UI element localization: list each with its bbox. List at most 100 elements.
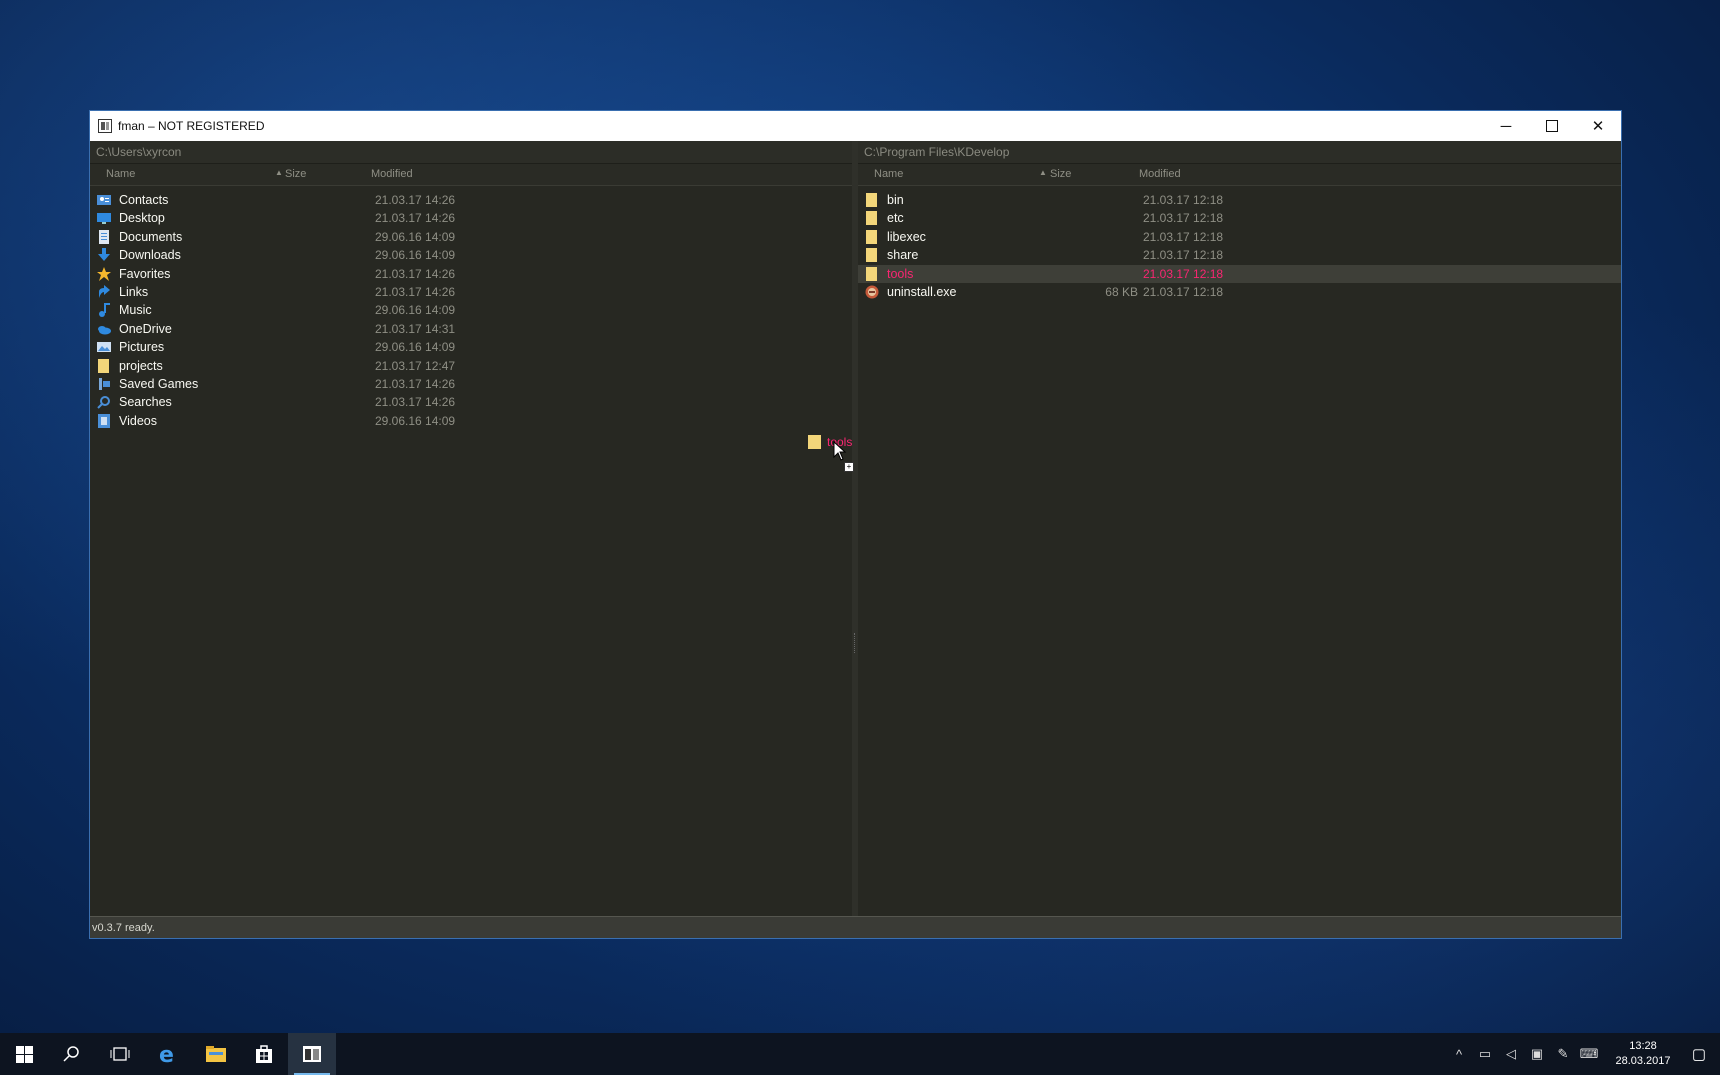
start-button[interactable] bbox=[0, 1033, 48, 1075]
left-col-size[interactable]: Size bbox=[285, 168, 306, 180]
store-button[interactable] bbox=[240, 1033, 288, 1075]
file-name: share bbox=[887, 248, 919, 263]
left-row[interactable]: Pictures 29.06.16 14:09 bbox=[90, 338, 852, 356]
left-row[interactable]: OneDrive 21.03.17 14:31 bbox=[90, 320, 852, 338]
fman-app-icon bbox=[98, 119, 112, 133]
file-name: Favorites bbox=[119, 266, 171, 281]
fman-app-icon bbox=[303, 1046, 321, 1062]
pen-icon[interactable]: ✎ bbox=[1550, 1046, 1576, 1062]
right-row[interactable]: libexec 21.03.17 12:18 bbox=[858, 228, 1621, 246]
right-col-modified[interactable]: Modified bbox=[1139, 168, 1181, 180]
folder-icon bbox=[865, 266, 879, 281]
file-name: Searches bbox=[119, 395, 172, 410]
folder-icon bbox=[865, 193, 879, 207]
clock-date: 28.03.2017 bbox=[1615, 1055, 1671, 1067]
file-name: Documents bbox=[119, 229, 183, 244]
file-name: etc bbox=[887, 211, 904, 226]
file-name: bin bbox=[887, 193, 904, 207]
file-modified: 21.03.17 14:26 bbox=[375, 193, 456, 207]
splitter-grip[interactable] bbox=[854, 633, 857, 653]
left-row[interactable]: Desktop 21.03.17 14:26 bbox=[90, 209, 852, 227]
left-row[interactable]: Videos 29.06.16 14:09 bbox=[90, 412, 852, 430]
search-button[interactable] bbox=[48, 1033, 96, 1075]
maximize-button[interactable] bbox=[1529, 111, 1575, 141]
left-row[interactable]: Music 29.06.16 14:09 bbox=[90, 301, 852, 319]
store-icon bbox=[256, 1045, 272, 1063]
videos-icon bbox=[97, 413, 111, 428]
left-row[interactable]: projects 21.03.17 12:47 bbox=[90, 357, 852, 375]
left-col-modified[interactable]: Modified bbox=[371, 168, 413, 180]
file-explorer-icon bbox=[206, 1046, 226, 1062]
file-name: uninstall.exe bbox=[887, 284, 957, 299]
right-col-name[interactable]: Name bbox=[874, 168, 903, 180]
battery-icon[interactable]: ▭ bbox=[1472, 1046, 1498, 1062]
system-tray: ^ ▭ ◁ ▣ ✎ ⌨ 13:28 28.03.2017 ▢ bbox=[1446, 1033, 1720, 1075]
left-row[interactable]: Contacts 21.03.17 14:26 bbox=[90, 191, 852, 209]
close-icon: ✕ bbox=[1591, 118, 1605, 135]
file-modified: 29.06.16 14:09 bbox=[375, 340, 456, 355]
file-modified: 21.03.17 14:31 bbox=[375, 321, 456, 336]
clock-time: 13:28 bbox=[1629, 1040, 1657, 1052]
action-center-icon[interactable]: ▢ bbox=[1678, 1045, 1720, 1063]
chevron-up-icon[interactable]: ^ bbox=[1446, 1047, 1472, 1062]
left-row[interactable]: Searches 21.03.17 14:26 bbox=[90, 393, 852, 411]
title-bar[interactable]: fman – NOT REGISTERED ─ ✕ bbox=[90, 111, 1621, 141]
close-button[interactable]: ✕ bbox=[1575, 111, 1621, 141]
edge-button[interactable]: e bbox=[144, 1033, 192, 1075]
folder-icon bbox=[865, 211, 879, 226]
file-name: Downloads bbox=[119, 248, 181, 263]
left-pane[interactable]: C:\Users\xyrcon Name ▲ Size Modified Con… bbox=[90, 141, 852, 916]
file-modified: 21.03.17 12:18 bbox=[1143, 266, 1224, 281]
file-size: 68 KB bbox=[1105, 284, 1138, 299]
right-row[interactable]: etc 21.03.17 12:18 bbox=[858, 209, 1621, 227]
left-path-bar[interactable]: C:\Users\xyrcon bbox=[90, 141, 852, 164]
right-file-list: bin 21.03.17 12:18 etc 21.03.17 12:18 libexe… bbox=[858, 186, 1621, 301]
left-column-header: Name ▲ Size Modified bbox=[90, 164, 852, 186]
left-row[interactable]: Favorites 21.03.17 14:26 bbox=[90, 265, 852, 283]
left-row[interactable]: Links 21.03.17 14:26 bbox=[90, 283, 852, 301]
file-name: Links bbox=[119, 284, 149, 299]
file-modified: 21.03.17 14:26 bbox=[375, 211, 456, 226]
edge-browser-icon: e bbox=[159, 1043, 174, 1065]
right-row[interactable]: bin 21.03.17 12:18 bbox=[858, 191, 1621, 209]
file-name: Desktop bbox=[119, 211, 165, 226]
file-name: OneDrive bbox=[119, 321, 172, 336]
desktop-icon bbox=[97, 211, 111, 225]
clock[interactable]: 13:28 28.03.2017 bbox=[1608, 1039, 1678, 1069]
minimize-button[interactable]: ─ bbox=[1483, 111, 1529, 141]
right-pane[interactable]: C:\Program Files\KDevelop Name ▲ Size Mo… bbox=[858, 141, 1621, 916]
right-row[interactable]: uninstall.exe 68 KB 21.03.17 12:18 bbox=[858, 283, 1621, 301]
taskbar: e ^ ▭ ◁ ▣ ✎ ⌨ 13:28 28.03.2017 ▢ bbox=[0, 1033, 1720, 1075]
right-path-bar[interactable]: C:\Program Files\KDevelop bbox=[858, 141, 1621, 164]
right-col-size[interactable]: Size bbox=[1050, 168, 1071, 180]
left-row[interactable]: Documents 29.06.16 14:09 bbox=[90, 228, 852, 246]
file-modified: 21.03.17 12:18 bbox=[1143, 229, 1224, 244]
file-modified: 21.03.17 14:26 bbox=[375, 284, 456, 299]
file-name: Saved Games bbox=[119, 376, 199, 391]
minimize-icon: ─ bbox=[1500, 117, 1512, 135]
fman-taskbar-button[interactable] bbox=[288, 1033, 336, 1075]
maximize-icon bbox=[1546, 120, 1558, 132]
saved-games-icon bbox=[97, 377, 111, 391]
links-icon bbox=[97, 284, 111, 299]
left-col-name[interactable]: Name bbox=[106, 168, 135, 180]
network-icon[interactable]: ▣ bbox=[1524, 1046, 1550, 1062]
left-row[interactable]: Saved Games 21.03.17 14:26 bbox=[90, 375, 852, 393]
task-view-button[interactable] bbox=[96, 1033, 144, 1075]
folder-icon bbox=[808, 435, 821, 449]
file-modified: 29.06.16 14:09 bbox=[375, 248, 456, 263]
file-modified: 21.03.17 12:47 bbox=[375, 358, 456, 373]
right-row[interactable]: tools 21.03.17 12:18 bbox=[858, 264, 1621, 283]
left-row[interactable]: Downloads 29.06.16 14:09 bbox=[90, 246, 852, 264]
file-modified: 21.03.17 14:26 bbox=[375, 376, 456, 391]
right-row[interactable]: share 21.03.17 12:18 bbox=[858, 246, 1621, 264]
file-name: Music bbox=[119, 303, 152, 318]
search-icon bbox=[63, 1046, 79, 1062]
file-explorer-button[interactable] bbox=[192, 1033, 240, 1075]
keyboard-icon[interactable]: ⌨ bbox=[1576, 1046, 1602, 1062]
windows-logo-icon bbox=[15, 1045, 33, 1063]
file-name: Contacts bbox=[119, 193, 169, 207]
volume-icon[interactable]: ◁ bbox=[1498, 1046, 1524, 1062]
file-modified: 21.03.17 12:18 bbox=[1143, 248, 1224, 263]
pictures-icon bbox=[97, 340, 111, 354]
